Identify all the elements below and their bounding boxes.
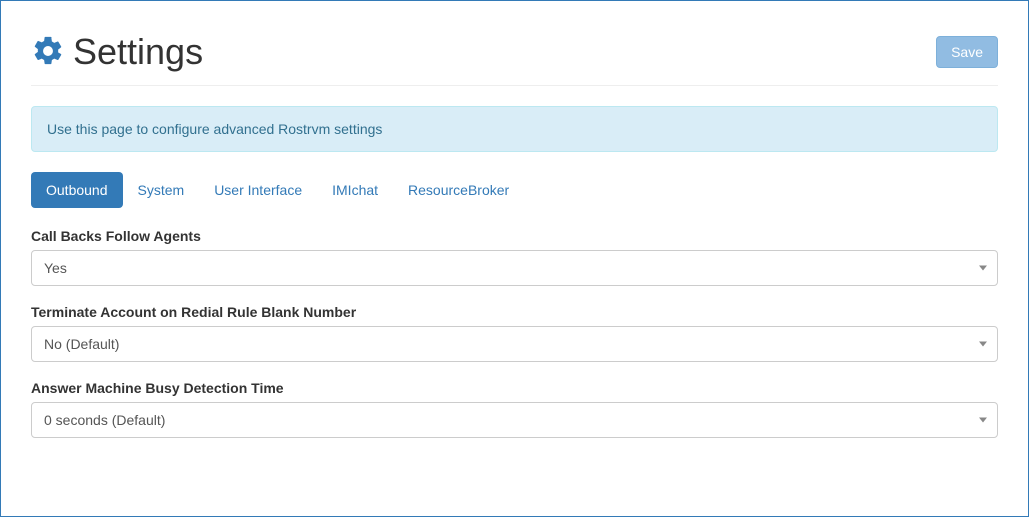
terminate-label: Terminate Account on Redial Rule Blank N…: [31, 304, 998, 320]
tab-imichat[interactable]: IMIchat: [317, 172, 393, 208]
settings-panel: Settings Save Use this page to configure…: [0, 0, 1029, 517]
amd-select[interactable]: 0 seconds (Default): [31, 402, 998, 438]
chevron-down-icon: [979, 342, 987, 347]
callbacks-label: Call Backs Follow Agents: [31, 228, 998, 244]
title-wrap: Settings: [31, 31, 203, 73]
chevron-down-icon: [979, 418, 987, 423]
save-button[interactable]: Save: [936, 36, 998, 68]
tabs-nav: Outbound System User Interface IMIchat R…: [31, 172, 998, 208]
gear-icon: [31, 34, 65, 71]
callbacks-select[interactable]: Yes: [31, 250, 998, 286]
header-row: Settings Save: [31, 31, 998, 86]
callbacks-value: Yes: [44, 260, 67, 276]
tab-user-interface[interactable]: User Interface: [199, 172, 317, 208]
page-title: Settings: [73, 31, 203, 73]
field-callbacks: Call Backs Follow Agents Yes: [31, 228, 998, 286]
field-amd: Answer Machine Busy Detection Time 0 sec…: [31, 380, 998, 438]
info-message: Use this page to configure advanced Rost…: [47, 121, 382, 137]
chevron-down-icon: [979, 266, 987, 271]
tab-outbound[interactable]: Outbound: [31, 172, 123, 208]
amd-label: Answer Machine Busy Detection Time: [31, 380, 998, 396]
field-terminate: Terminate Account on Redial Rule Blank N…: [31, 304, 998, 362]
amd-value: 0 seconds (Default): [44, 412, 165, 428]
tab-resourcebroker[interactable]: ResourceBroker: [393, 172, 524, 208]
terminate-select[interactable]: No (Default): [31, 326, 998, 362]
info-panel: Use this page to configure advanced Rost…: [31, 106, 998, 152]
terminate-value: No (Default): [44, 336, 119, 352]
tab-system[interactable]: System: [123, 172, 200, 208]
